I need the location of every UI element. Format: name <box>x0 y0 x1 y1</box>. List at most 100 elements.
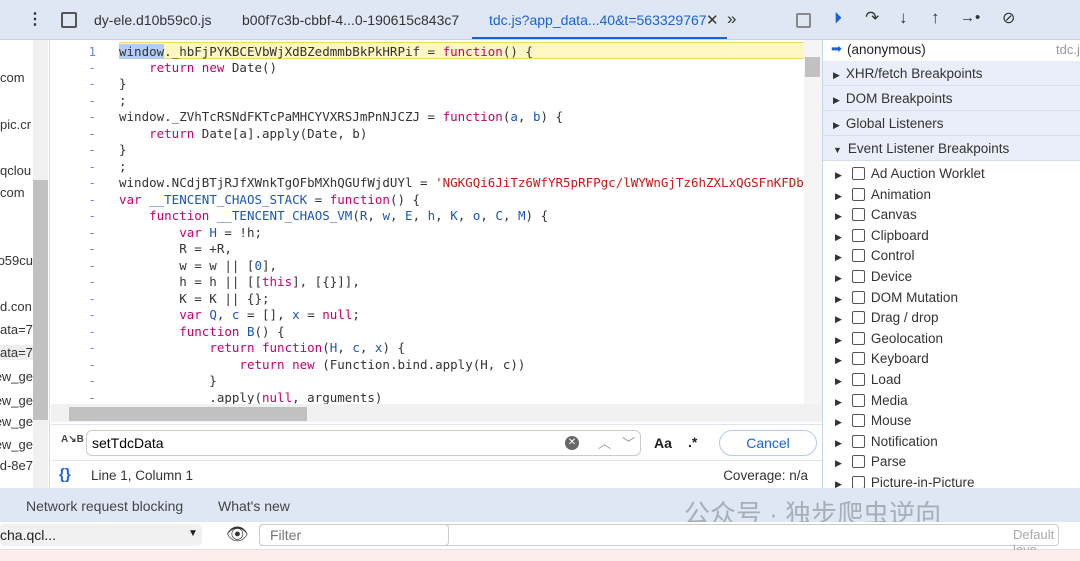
checkbox[interactable] <box>851 414 865 428</box>
call-frame[interactable]: ➡ (anonymous) tdc.j <box>823 40 1080 61</box>
line-number[interactable]: - <box>51 174 96 191</box>
checkbox[interactable] <box>851 311 865 325</box>
collapsed-arrow-icon[interactable]: ▶ <box>835 211 842 221</box>
tab-file[interactable]: dy-ele.d10b59c0.js <box>94 12 212 28</box>
line-number[interactable]: - <box>51 257 96 274</box>
collapsed-arrow-icon[interactable]: ▶ <box>835 355 842 365</box>
event-category[interactable]: ▶ Canvas <box>835 207 917 224</box>
clear-search-icon[interactable]: ✕ <box>565 436 579 450</box>
event-category[interactable]: ▶ Animation <box>835 187 931 204</box>
eye-icon[interactable]: 👁 <box>226 524 249 545</box>
collapsed-arrow-icon[interactable]: ▶ <box>835 376 842 386</box>
event-category[interactable]: ▶ Picture-in-Picture <box>835 475 974 488</box>
line-number[interactable]: - <box>51 339 96 356</box>
event-category[interactable]: ▶ Load <box>835 372 901 389</box>
previous-match-icon[interactable]: ︿ <box>598 433 611 452</box>
line-number[interactable]: - <box>51 75 96 92</box>
match-case-button[interactable]: Aa <box>654 435 672 451</box>
step-over-icon[interactable]: ↷ <box>865 8 879 28</box>
collapsed-arrow-icon[interactable]: ▶ <box>835 170 842 180</box>
checkbox[interactable] <box>851 167 865 180</box>
navigator-item[interactable]: ew_ge <box>0 437 33 452</box>
line-number[interactable]: - <box>51 290 96 307</box>
navigator-item[interactable]: ata=7 <box>0 322 33 337</box>
line-number[interactable]: - <box>51 323 96 340</box>
checkbox[interactable] <box>851 476 865 488</box>
navigator-item[interactable]: d-8e7 <box>0 458 33 473</box>
navigator-item[interactable]: qclou <box>0 163 33 178</box>
event-category[interactable]: ▶ Notification <box>835 434 938 451</box>
section-header[interactable]: ▶ Global Listeners <box>823 111 1080 136</box>
line-number[interactable]: - <box>51 59 96 76</box>
step-icon[interactable]: →• <box>960 9 980 26</box>
checkbox[interactable] <box>851 270 865 283</box>
navigator-item[interactable]: ew_ge <box>0 393 33 408</box>
replace-toggle-icon[interactable]: A↘B <box>61 434 84 445</box>
line-number[interactable]: - <box>51 273 96 290</box>
event-category[interactable]: ▶ Keyboard <box>835 351 929 368</box>
line-number[interactable]: - <box>51 125 96 142</box>
collapsed-arrow-icon[interactable]: ▶ <box>835 273 842 283</box>
checkbox[interactable] <box>851 393 865 407</box>
section-header[interactable]: ▶ DOM Breakpoints <box>823 86 1080 111</box>
navigator-item[interactable]: pic.cr <box>0 117 33 132</box>
tab-whats-new[interactable]: What's new <box>218 498 290 514</box>
navigator-item[interactable]: ata=7 <box>0 345 33 360</box>
next-match-icon[interactable]: ﹀ <box>622 433 635 452</box>
event-category[interactable]: ▶ Drag / drop <box>835 310 938 327</box>
tab-network-request-blocking[interactable]: Network request blocking <box>26 498 183 514</box>
collapsed-arrow-icon[interactable]: ▶ <box>835 397 842 407</box>
event-category[interactable]: ▶ Media <box>835 393 908 410</box>
step-out-icon[interactable]: ↑ <box>931 8 940 28</box>
collapsed-arrow-icon[interactable]: ▶ <box>835 417 842 427</box>
collapsed-arrow-icon[interactable]: ▶ <box>835 252 842 262</box>
navigator-item[interactable]: b59cu <box>0 253 33 268</box>
deactivate-breakpoints-icon[interactable]: ⊘ <box>1002 8 1015 28</box>
collapsed-arrow-icon[interactable]: ▶ <box>835 458 842 468</box>
line-number[interactable]: - <box>51 356 96 373</box>
collapsed-arrow-icon[interactable]: ▶ <box>835 294 842 304</box>
checkbox[interactable] <box>851 331 865 345</box>
event-category[interactable]: ▶ DOM Mutation <box>835 290 958 307</box>
section-header[interactable]: ▼ Event Listener Breakpoints <box>823 136 1080 161</box>
section-header[interactable]: ▶ XHR/fetch Breakpoints <box>823 61 1080 86</box>
line-number[interactable]: - <box>51 224 96 241</box>
navigator-item[interactable]: ew_ge <box>0 369 33 384</box>
collapsed-arrow-icon[interactable]: ▶ <box>835 232 842 242</box>
checkbox[interactable] <box>851 434 865 448</box>
editor-vertical-scrollbar[interactable] <box>804 40 822 406</box>
line-number[interactable]: - <box>51 306 96 323</box>
checkbox[interactable] <box>851 228 865 242</box>
navigator-scrollbar[interactable] <box>33 40 48 488</box>
event-category[interactable]: ▶ Geolocation <box>835 331 943 348</box>
event-category[interactable]: ▶ Mouse <box>835 413 911 430</box>
line-number[interactable]: - <box>51 92 96 109</box>
event-category[interactable]: ▶ Clipboard <box>835 228 929 245</box>
checkbox[interactable] <box>851 290 865 304</box>
resume-icon[interactable]: ⏵ <box>834 10 842 28</box>
navigator-item[interactable]: com <box>0 70 33 85</box>
line-number[interactable]: - <box>51 108 96 125</box>
line-number[interactable]: - <box>51 389 96 406</box>
pretty-print-icon[interactable]: {} <box>59 466 71 483</box>
collapsed-arrow-icon[interactable]: ▶ <box>835 438 842 448</box>
event-category[interactable]: ▶ Control <box>835 248 914 265</box>
line-number[interactable]: - <box>51 240 96 257</box>
regex-button[interactable]: .* <box>688 434 697 450</box>
editor-horizontal-scrollbar[interactable] <box>51 404 822 422</box>
context-selector[interactable]: cha.qcl... ▼ <box>0 524 202 546</box>
more-tabs-icon[interactable]: » <box>727 9 736 29</box>
more-vertical-icon[interactable]: ⋮ <box>27 9 43 29</box>
navigator-item[interactable]: d.con <box>0 299 33 314</box>
line-number[interactable]: - <box>51 158 96 175</box>
checkbox[interactable] <box>851 455 865 469</box>
line-number[interactable]: - <box>51 372 96 389</box>
checkbox[interactable] <box>851 208 865 222</box>
navigator-item[interactable]: ew_ge <box>0 414 33 429</box>
checkbox[interactable] <box>851 373 865 386</box>
toggle-navigator-icon[interactable] <box>61 12 77 28</box>
navigator-item[interactable]: com <box>0 185 33 200</box>
console-filter-input[interactable] <box>259 524 449 546</box>
checkbox[interactable] <box>851 249 865 263</box>
collapsed-arrow-icon[interactable]: ▶ <box>835 479 842 488</box>
